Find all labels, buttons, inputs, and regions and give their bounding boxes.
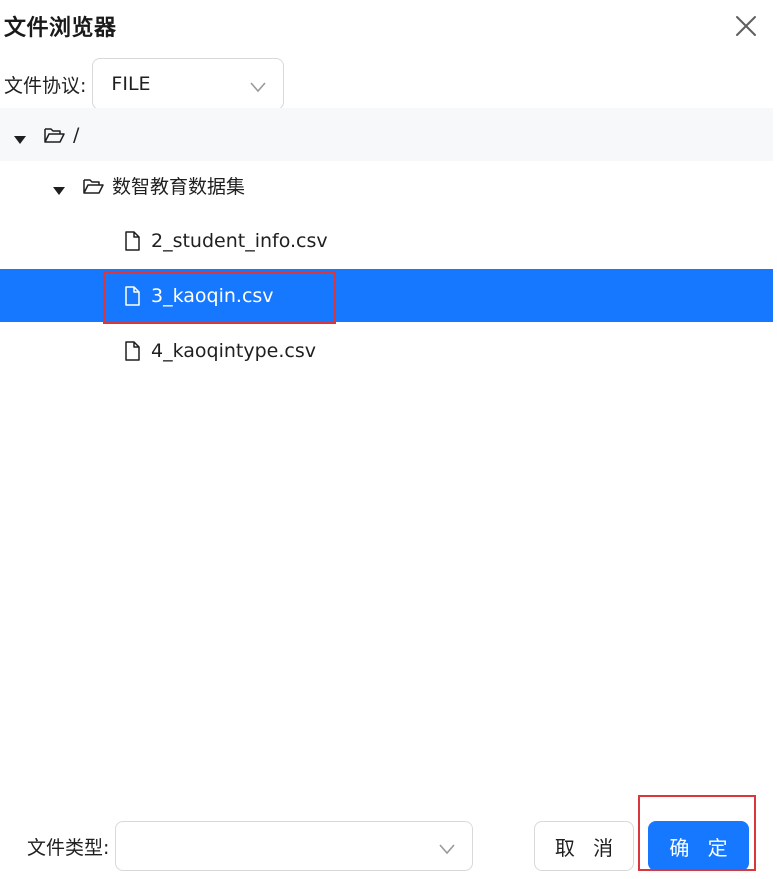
tree-node-label: 数智教育数据集 [112, 176, 246, 198]
tree-file-label: 4_kaoqintype.csv [151, 339, 316, 362]
dialog-title: 文件浏览器 [4, 16, 117, 41]
protocol-row: 文件协议: FILE [4, 58, 285, 110]
tree-node-folder[interactable]: 数智教育数据集 [0, 159, 773, 212]
folder-open-icon [82, 175, 104, 197]
confirm-button[interactable]: 确 定 [648, 821, 749, 871]
caret-down-icon[interactable] [13, 130, 27, 144]
tree-file-item[interactable]: 2_student_info.csv [0, 214, 773, 267]
protocol-select[interactable]: FILE [92, 58, 285, 110]
tree-node-label: / [73, 123, 80, 146]
file-browser-dialog: 文件浏览器 文件协议: FILE / 数智教育数据集 2_student_inf… [0, 0, 777, 879]
tree-node-root[interactable]: / [0, 108, 773, 161]
protocol-value: FILE [111, 73, 151, 95]
protocol-label: 文件协议: [4, 74, 87, 97]
folder-open-icon [43, 124, 65, 146]
chevron-down-icon [438, 840, 456, 855]
file-icon [121, 285, 143, 307]
cancel-button[interactable]: 取 消 [534, 821, 634, 871]
file-type-row: 文件类型: [27, 821, 474, 871]
tree-file-item[interactable]: 4_kaoqintype.csv [0, 324, 773, 377]
file-type-select[interactable] [115, 821, 474, 871]
close-icon[interactable] [734, 14, 758, 38]
tree-file-label: 2_student_info.csv [151, 229, 328, 252]
chevron-down-icon [249, 78, 267, 93]
file-type-label: 文件类型: [27, 836, 110, 859]
caret-down-icon[interactable] [52, 181, 66, 195]
file-icon [121, 340, 143, 362]
tree-file-item-selected[interactable]: 3_kaoqin.csv [0, 269, 773, 322]
tree-file-label: 3_kaoqin.csv [151, 284, 274, 307]
file-icon [121, 230, 143, 252]
